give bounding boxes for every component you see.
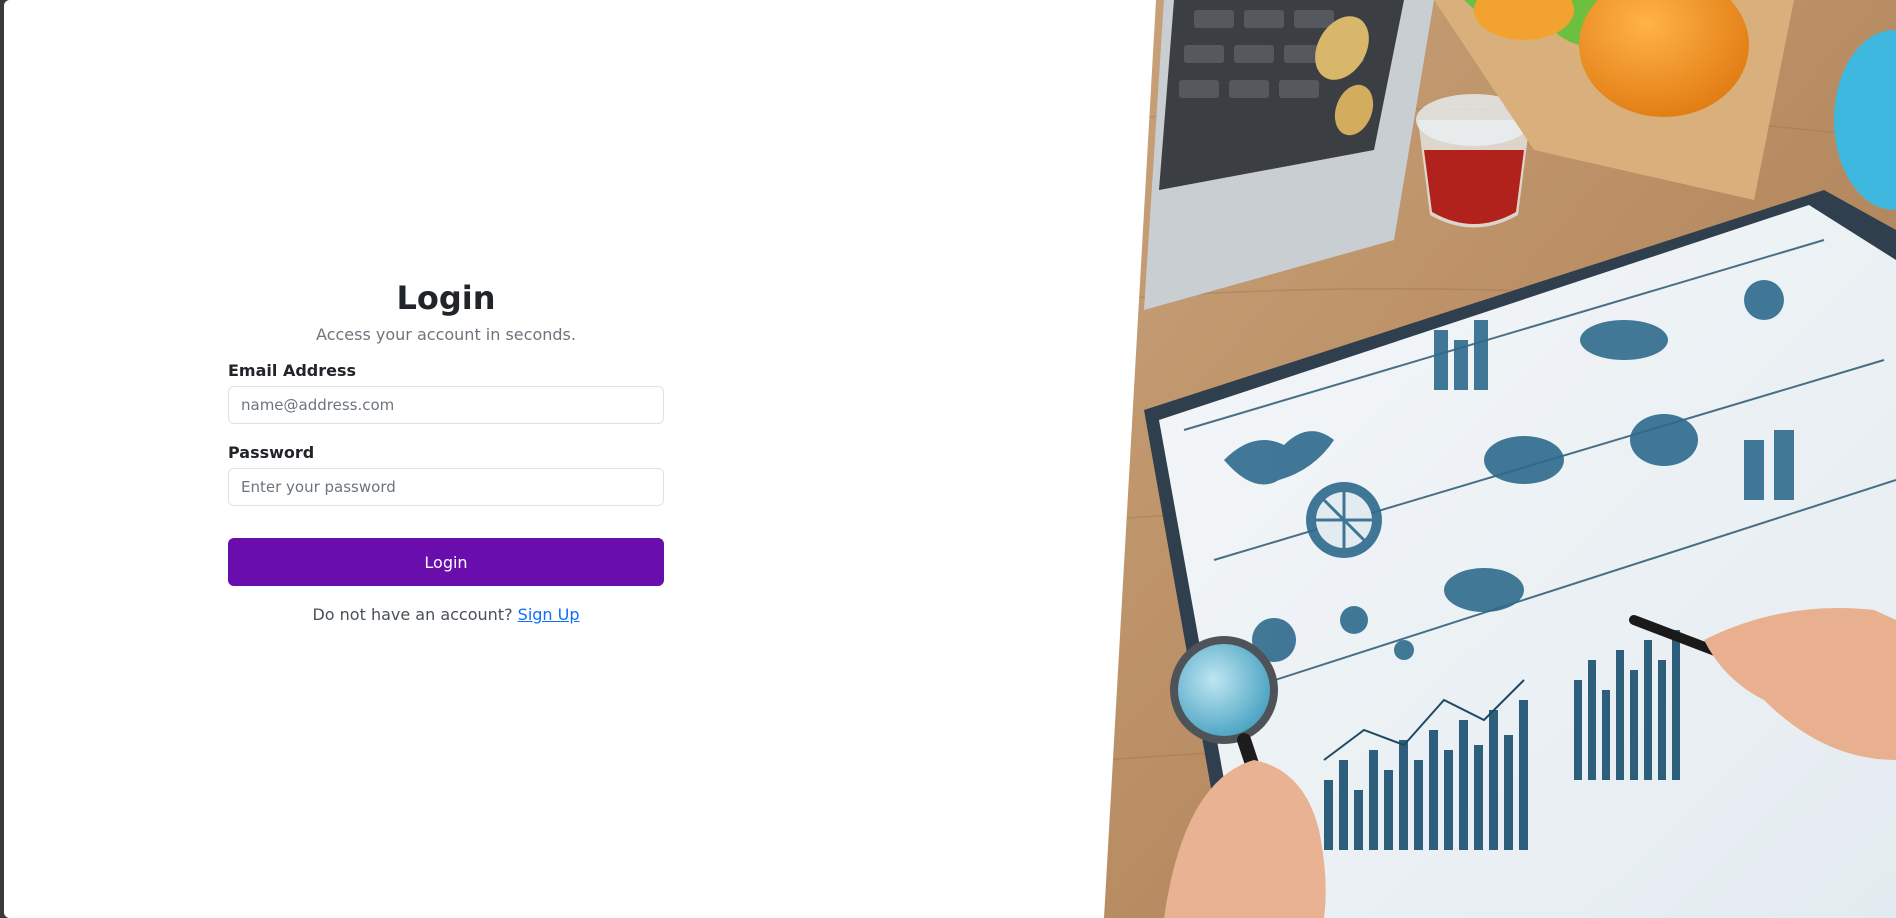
login-pane: Login Access your account in seconds. Em… <box>4 0 1144 918</box>
password-input[interactable] <box>228 468 664 506</box>
signup-prompt: Do not have an account? <box>312 605 513 624</box>
nutrition-illustration-image <box>1104 0 1896 918</box>
email-label: Email Address <box>228 361 357 380</box>
page-subtitle: Access your account in seconds. <box>316 325 576 344</box>
login-form: Login Access your account in seconds. Em… <box>228 276 664 626</box>
password-label: Password <box>228 443 315 462</box>
email-input[interactable] <box>228 386 664 424</box>
signup-row: Do not have an account? Sign Up <box>228 604 664 626</box>
email-field-group: Email Address <box>228 360 664 424</box>
app-window: Login Access your account in seconds. Em… <box>4 0 1896 918</box>
password-field-group: Password <box>228 442 664 506</box>
page-title: Login <box>396 279 496 317</box>
hero-panel <box>1104 0 1896 918</box>
login-button[interactable]: Login <box>228 538 664 586</box>
signup-link[interactable]: Sign Up <box>518 605 580 624</box>
